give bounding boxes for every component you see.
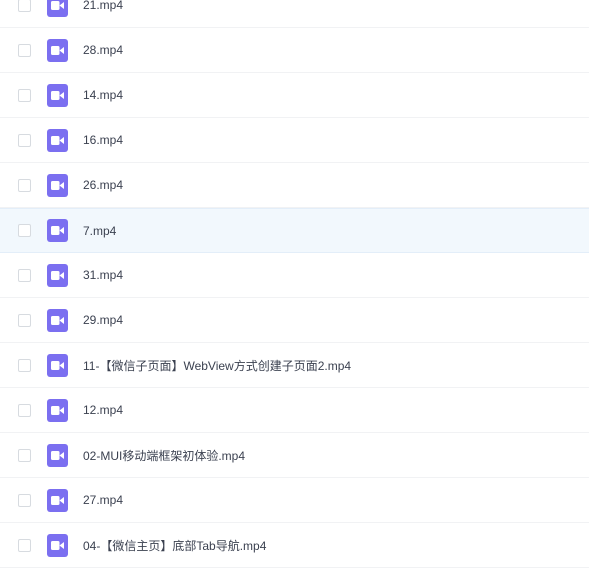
select-checkbox[interactable] (18, 178, 31, 192)
video-file-icon (47, 173, 68, 197)
file-name[interactable]: 16.mp4 (83, 133, 123, 147)
file-name[interactable]: 02-MUI移动端框架初体验.mp4 (83, 447, 245, 464)
select-checkbox[interactable] (18, 88, 31, 102)
file-row[interactable]: 11-【微信子页面】WebView方式创建子页面2.mp4 (0, 343, 589, 388)
file-row[interactable]: 04-【微信主页】底部Tab导航.mp4 (0, 523, 589, 568)
file-name[interactable]: 26.mp4 (83, 178, 123, 192)
file-row[interactable]: 21.mp4 (0, 0, 589, 28)
file-row[interactable]: 31.mp4 (0, 253, 589, 298)
file-row[interactable]: 28.mp4 (0, 28, 589, 73)
select-checkbox[interactable] (18, 224, 31, 237)
video-file-icon (47, 533, 68, 557)
select-checkbox[interactable] (18, 43, 31, 57)
select-checkbox[interactable] (18, 268, 31, 282)
file-name[interactable]: 21.mp4 (83, 0, 123, 12)
file-row[interactable]: 29.mp4 (0, 298, 589, 343)
select-checkbox[interactable] (18, 0, 31, 12)
file-name[interactable]: 27.mp4 (83, 493, 123, 507)
file-row[interactable]: 12.mp4 (0, 388, 589, 433)
video-file-icon (47, 0, 68, 17)
video-file-icon (47, 308, 68, 332)
file-name[interactable]: 29.mp4 (83, 313, 123, 327)
file-name[interactable]: 04-【微信主页】底部Tab导航.mp4 (83, 537, 266, 554)
select-checkbox[interactable] (18, 493, 31, 507)
file-name[interactable]: 28.mp4 (83, 43, 123, 57)
select-checkbox[interactable] (18, 313, 31, 327)
file-name[interactable]: 12.mp4 (83, 403, 123, 417)
video-file-icon (47, 398, 68, 422)
video-file-icon (47, 353, 68, 377)
file-name[interactable]: 14.mp4 (83, 88, 123, 102)
file-name[interactable]: 31.mp4 (83, 268, 123, 282)
select-checkbox[interactable] (18, 358, 31, 372)
file-name[interactable]: 11-【微信子页面】WebView方式创建子页面2.mp4 (83, 357, 351, 374)
file-row[interactable]: 26.mp4 (0, 163, 589, 208)
video-file-icon (47, 128, 68, 152)
file-row[interactable]: 14.mp4 (0, 73, 589, 118)
video-file-icon (47, 38, 68, 62)
video-file-icon (47, 263, 68, 287)
file-row[interactable]: 27.mp4 (0, 478, 589, 523)
video-file-icon (47, 443, 68, 467)
file-list: 21.mp4 28.mp4 14.mp4 16.mp4 26.mp4 7.mp4… (0, 0, 589, 568)
file-row[interactable]: 16.mp4 (0, 118, 589, 163)
file-name[interactable]: 7.mp4 (83, 224, 116, 238)
select-checkbox[interactable] (18, 403, 31, 417)
file-row[interactable]: 02-MUI移动端框架初体验.mp4 (0, 433, 589, 478)
video-file-icon (47, 488, 68, 512)
file-row-hovered[interactable]: 7.mp4 (0, 208, 589, 253)
select-checkbox[interactable] (18, 133, 31, 147)
video-file-icon (47, 219, 68, 242)
select-checkbox[interactable] (18, 538, 31, 552)
video-file-icon (47, 83, 68, 107)
select-checkbox[interactable] (18, 448, 31, 462)
